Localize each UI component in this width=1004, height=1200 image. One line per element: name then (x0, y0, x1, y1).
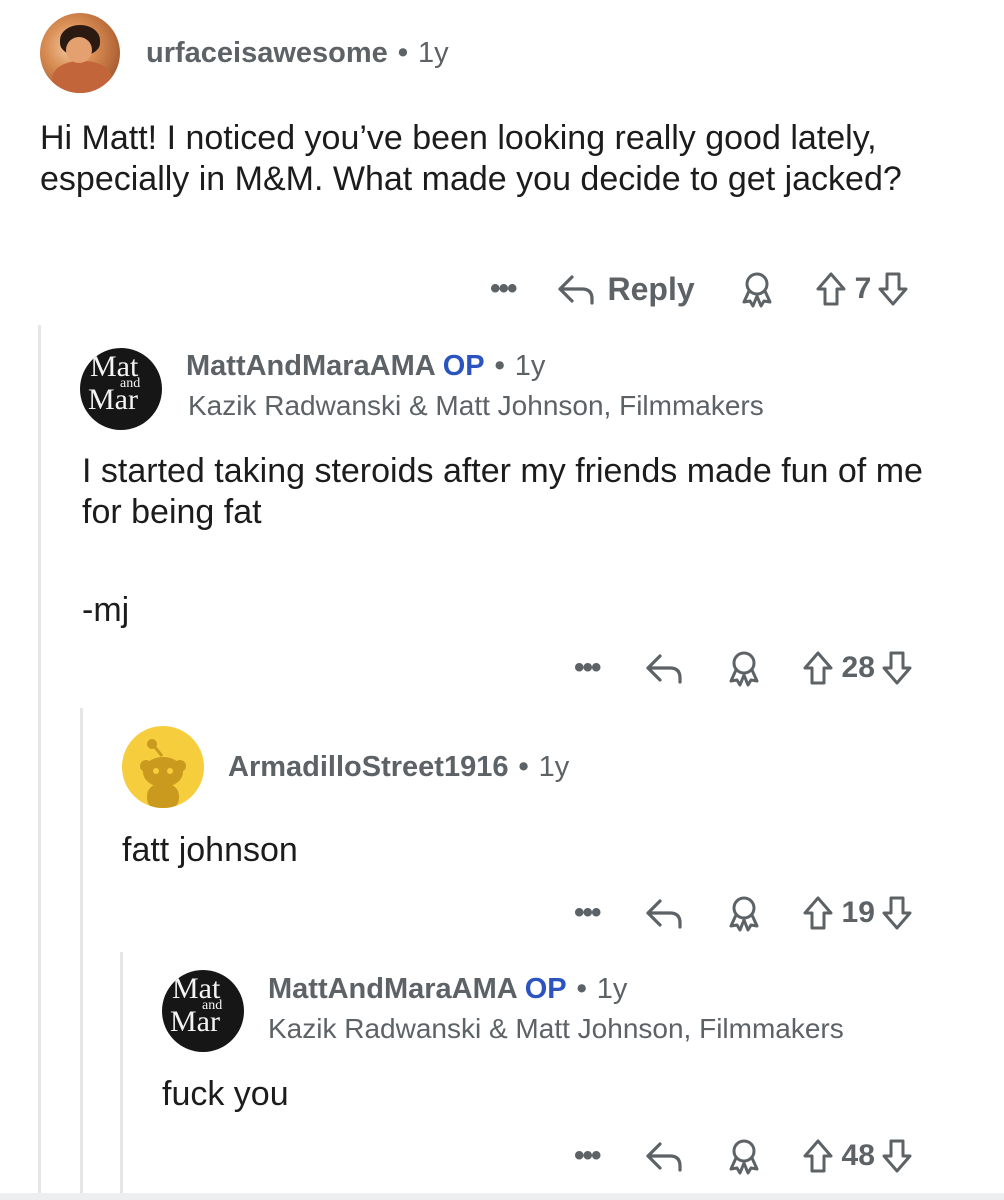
more-options-icon[interactable]: ••• (490, 272, 517, 306)
thread-line-level-2[interactable] (80, 708, 83, 1195)
comment-age: 1y (417, 37, 449, 69)
upvote-icon[interactable] (802, 650, 834, 686)
comment-header: ArmadilloStreet1916 • 1y (228, 751, 569, 784)
comment-actions: ••• 28 (574, 645, 913, 691)
more-options-icon[interactable]: ••• (574, 651, 601, 685)
username-link[interactable]: urfaceisawesome (146, 37, 388, 69)
upvote-icon[interactable] (802, 1138, 834, 1174)
username-link[interactable]: MattAndMaraAMA (186, 350, 435, 382)
thread-line-level-1[interactable] (38, 325, 41, 1195)
vote-count: 7 (854, 272, 872, 305)
user-avatar[interactable] (122, 726, 204, 808)
separator-dot: • (576, 973, 587, 1005)
comment-age: 1y (596, 973, 628, 1005)
username-link[interactable]: MattAndMaraAMA (268, 973, 517, 1005)
comment-age: 1y (514, 350, 546, 382)
reply-arrow-icon (556, 271, 596, 307)
op-badge: OP (524, 973, 567, 1005)
reply-arrow-icon (644, 650, 684, 686)
award-icon[interactable] (739, 270, 775, 308)
comment-header: MattAndMaraAMA OP • 1y (186, 350, 545, 383)
comment-body: I started taking steroids after my frien… (82, 452, 923, 531)
username-link[interactable]: ArmadilloStreet1916 (228, 751, 508, 783)
bottom-divider (0, 1193, 1004, 1200)
avatar-logo-text: Mar (88, 383, 138, 416)
upvote-icon[interactable] (815, 271, 847, 307)
comment-signature: -mj (82, 591, 130, 629)
comment-header: MattAndMaraAMA OP • 1y (268, 973, 627, 1006)
downvote-icon[interactable] (881, 1138, 913, 1174)
reply-arrow-icon (644, 1138, 684, 1174)
vote-count: 48 (841, 1139, 875, 1172)
snoo-icon (140, 739, 186, 808)
avatar-logo-text: Mar (170, 1005, 220, 1038)
reply-label: Reply (607, 270, 695, 307)
reply-arrow-icon (644, 895, 684, 931)
comment-body: fuck you (162, 1075, 289, 1113)
separator-dot: • (494, 350, 505, 382)
user-avatar[interactable] (40, 13, 120, 93)
downvote-icon[interactable] (877, 271, 909, 307)
award-icon[interactable] (726, 649, 762, 687)
award-icon[interactable] (726, 894, 762, 932)
reply-button[interactable] (644, 650, 684, 686)
downvote-icon[interactable] (881, 895, 913, 931)
thread-line-level-3[interactable] (120, 952, 123, 1195)
comment-age: 1y (538, 751, 570, 783)
comment-body: Hi Matt! I noticed you’ve been looking r… (40, 119, 902, 198)
reply-button[interactable] (644, 895, 684, 931)
comment-header: urfaceisawesome • 1y (146, 37, 449, 70)
user-avatar[interactable]: Mat and Mar (162, 970, 244, 1052)
more-options-icon[interactable]: ••• (574, 1139, 601, 1173)
comment-body: fatt johnson (122, 831, 298, 869)
user-avatar[interactable]: Mat and Mar (80, 348, 162, 430)
op-badge: OP (442, 350, 485, 382)
upvote-icon[interactable] (802, 895, 834, 931)
reply-button[interactable] (644, 1138, 684, 1174)
downvote-icon[interactable] (881, 650, 913, 686)
vote-count: 19 (841, 896, 875, 929)
vote-count: 28 (841, 651, 875, 684)
more-options-icon[interactable]: ••• (574, 896, 601, 930)
award-icon[interactable] (726, 1137, 762, 1175)
separator-dot: • (518, 751, 529, 783)
user-flair: Kazik Radwanski & Matt Johnson, Filmmake… (188, 390, 764, 421)
comment-actions: ••• 48 (574, 1133, 913, 1179)
comment-actions: ••• 19 (574, 890, 913, 936)
separator-dot: • (397, 37, 408, 69)
user-flair: Kazik Radwanski & Matt Johnson, Filmmake… (268, 1013, 844, 1044)
reply-button[interactable]: Reply (556, 271, 695, 308)
comment-actions: ••• Reply 7 (490, 266, 909, 312)
